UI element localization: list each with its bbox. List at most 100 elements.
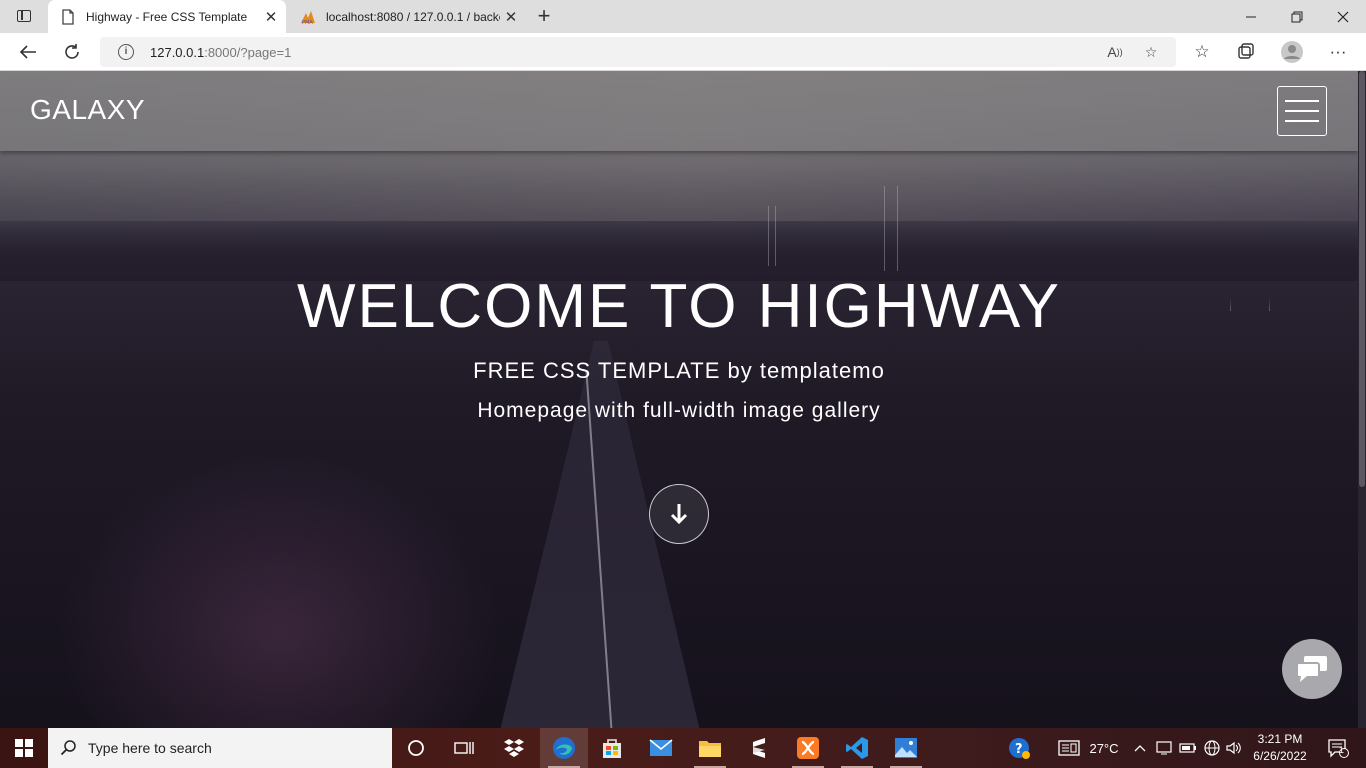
- new-tab-button[interactable]: +: [530, 3, 558, 29]
- chat-button[interactable]: [1282, 639, 1342, 699]
- taskbar-search-input[interactable]: Type here to search: [48, 728, 392, 768]
- chevron-up-icon: [1134, 745, 1146, 752]
- notification-icon: [1328, 739, 1349, 758]
- help-tray-icon[interactable]: ?: [1004, 728, 1034, 768]
- tab-phpmyadmin[interactable]: PMA localhost:8080 / 127.0.0.1 / backend…: [288, 0, 526, 33]
- hero-title: WELCOME TO HIGHWAY: [297, 272, 1061, 341]
- site-navbar: GALAXY: [0, 71, 1358, 151]
- start-button[interactable]: [0, 728, 48, 768]
- clock-time: 3:21 PM: [1257, 732, 1303, 746]
- avatar-icon: [1281, 41, 1303, 63]
- vscode-button[interactable]: [833, 728, 881, 768]
- network-tray-icon[interactable]: [1202, 728, 1222, 768]
- close-icon: [1337, 11, 1349, 22]
- vscode-icon: [846, 737, 868, 759]
- monitor-icon: [1156, 741, 1172, 755]
- sublime-button[interactable]: [735, 728, 783, 768]
- settings-more-button[interactable]: ···: [1322, 37, 1354, 67]
- favorites-button[interactable]: ☆: [1186, 37, 1218, 67]
- tab-strip: Highway - Free CSS Template ✕ PMA localh…: [0, 0, 1366, 33]
- browser-toolbar: i 127.0.0.1:8000/?page=1 A)) ☆ ☆ ···: [0, 33, 1366, 71]
- refresh-button[interactable]: [56, 37, 88, 67]
- mail-button[interactable]: [637, 728, 685, 768]
- photos-icon: [895, 738, 917, 758]
- refresh-icon: [65, 44, 79, 59]
- hamburger-icon-bar: [1285, 100, 1319, 102]
- scrollbar-thumb[interactable]: [1359, 71, 1365, 487]
- xampp-button[interactable]: [784, 728, 832, 768]
- hamburger-icon-bar: [1285, 110, 1319, 112]
- windows-taskbar: Type here to search ? 27°C 3:21 PM 6/26/…: [0, 728, 1366, 768]
- site-info-icon[interactable]: i: [118, 44, 134, 60]
- page-icon: [62, 8, 74, 25]
- page-viewport: GALAXY WELCOME TO HIGHWAY FREE CSS TEMPL…: [0, 71, 1366, 728]
- svg-text:PMA: PMA: [302, 20, 313, 25]
- scroll-down-button[interactable]: [649, 484, 709, 544]
- tab-actions-button[interactable]: [8, 5, 40, 27]
- battery-icon: [1179, 743, 1196, 753]
- site-logo[interactable]: GALAXY: [30, 94, 145, 126]
- collections-icon: [1238, 43, 1254, 59]
- cortana-icon: [408, 740, 424, 756]
- address-bar[interactable]: i 127.0.0.1:8000/?page=1 A)) ☆: [100, 37, 1176, 67]
- add-favorite-icon[interactable]: ☆: [1140, 42, 1162, 62]
- weather-tray-icon[interactable]: [1054, 728, 1084, 768]
- search-placeholder: Type here to search: [88, 740, 212, 756]
- restore-button[interactable]: [1274, 0, 1320, 33]
- collections-button[interactable]: [1230, 37, 1262, 67]
- arrow-left-icon: [19, 45, 36, 59]
- edge-taskbar-button[interactable]: [540, 728, 588, 768]
- power-tower: [884, 186, 898, 271]
- battery-tray-icon[interactable]: [1178, 728, 1198, 768]
- xampp-icon: [797, 737, 819, 759]
- hamburger-icon-bar: [1285, 120, 1319, 122]
- restore-icon: [1291, 11, 1303, 22]
- globe-icon: [1204, 740, 1220, 756]
- dropbox-icon: [504, 739, 524, 757]
- read-aloud-icon[interactable]: A)): [1104, 42, 1126, 62]
- file-explorer-button[interactable]: [686, 728, 734, 768]
- chat-icon: [1296, 656, 1327, 682]
- close-tab-icon[interactable]: ✕: [260, 6, 282, 28]
- page-scrollbar[interactable]: [1358, 71, 1366, 728]
- tab-title: Highway - Free CSS Template: [86, 9, 248, 24]
- task-view-icon: [454, 742, 474, 754]
- tab-highway[interactable]: Highway - Free CSS Template ✕: [48, 0, 286, 33]
- edge-icon: [553, 737, 575, 759]
- task-view-button[interactable]: [440, 728, 488, 768]
- volume-tray-icon[interactable]: [1224, 728, 1244, 768]
- minimize-button[interactable]: [1228, 0, 1274, 33]
- mail-icon: [649, 739, 673, 756]
- taskbar-clock[interactable]: 3:21 PM 6/26/2022: [1245, 731, 1315, 765]
- favorites-icon: ☆: [1194, 42, 1210, 61]
- svg-text:?: ?: [1015, 742, 1023, 757]
- close-tab-icon[interactable]: ✕: [500, 6, 522, 28]
- sublime-icon: [753, 738, 765, 758]
- store-icon: [603, 739, 621, 758]
- phpmyadmin-icon: PMA: [301, 10, 315, 25]
- folder-icon: [699, 741, 721, 757]
- notification-count: 1: [1339, 745, 1345, 755]
- show-hidden-icons-button[interactable]: [1130, 728, 1150, 768]
- hero-subtitle: FREE CSS TEMPLATE by templatemo: [473, 358, 885, 383]
- weather-temperature[interactable]: 27°C: [1084, 728, 1124, 768]
- back-button[interactable]: [12, 37, 44, 67]
- arrow-down-icon: [670, 504, 688, 525]
- hero-description: Homepage with full-width image gallery: [477, 399, 881, 422]
- news-weather-icon: [1058, 740, 1080, 756]
- store-button[interactable]: [588, 728, 636, 768]
- windows-icon: [15, 739, 33, 757]
- action-center-button[interactable]: 1: [1318, 728, 1358, 768]
- url-text: 127.0.0.1:8000/?page=1: [150, 45, 292, 60]
- photos-button[interactable]: [882, 728, 930, 768]
- search-icon: [60, 740, 76, 756]
- profile-button[interactable]: [1276, 37, 1308, 67]
- dropbox-button[interactable]: [490, 728, 538, 768]
- cortana-button[interactable]: [392, 728, 440, 768]
- more-icon: ···: [1329, 42, 1347, 61]
- menu-toggle-button[interactable]: [1277, 86, 1327, 136]
- close-window-button[interactable]: [1320, 0, 1366, 33]
- tab-actions-icon: [17, 10, 31, 22]
- tab-title: localhost:8080 / 127.0.0.1 / backend: [326, 9, 500, 24]
- meet-now-tray-icon[interactable]: [1154, 728, 1174, 768]
